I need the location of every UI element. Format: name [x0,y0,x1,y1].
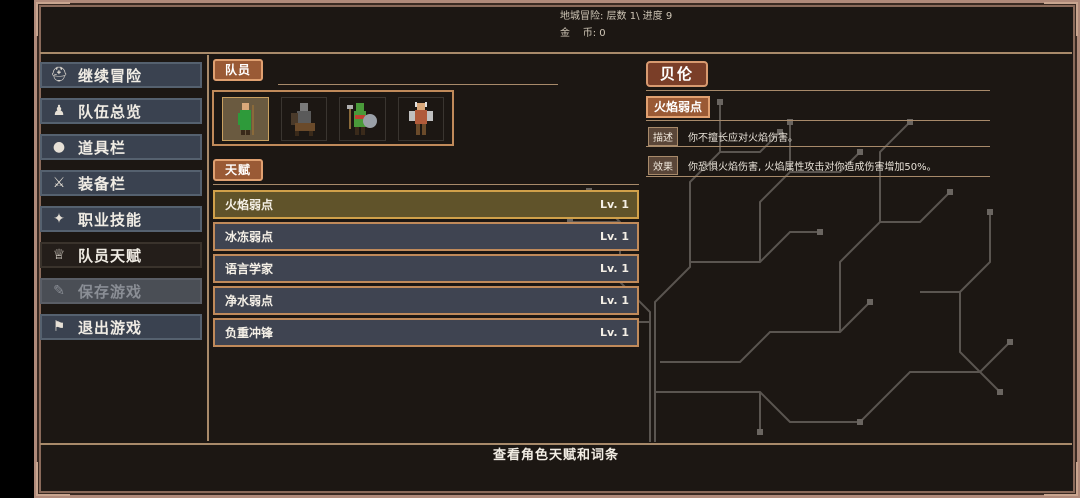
talent-level: Lv. 1 [600,230,629,243]
equipment-button[interactable]: ⚔ 装备栏 [40,170,202,196]
frame-corner [36,462,70,496]
class-skills-label: 职业技能 [78,210,143,229]
character-name-underline [646,90,990,91]
talent-title-underline [646,120,990,121]
party-tag: 队员 [213,59,264,81]
header-info: 地城冒险: 层数 1\ 进度 9 金 币: 0 [560,8,672,42]
footer-hint: 查看角色天赋和词条 [40,443,1072,467]
frame-corner [1044,462,1078,496]
sword-shield-icon: ⚔ [52,175,66,191]
talent-list: 火焰弱点 Lv. 1 冰冻弱点 Lv. 1 语言学家 Lv. 1 净水弱点 Lv… [213,190,639,350]
quit-game-label: 退出游戏 [78,318,143,337]
continue-adventure-button[interactable]: ⛑ 继续冒险 [40,62,202,88]
talents-tag-underline [213,184,639,185]
talent-row[interactable]: 语言学家 Lv. 1 [213,254,639,283]
class-skills-button[interactable]: ✦ 职业技能 [40,206,202,232]
party-tag-underline [278,84,558,85]
mage-character [238,103,255,135]
talent-level: Lv. 1 [600,294,629,307]
bag-icon: ● [52,139,66,155]
talent-row[interactable]: 火焰弱点 Lv. 1 [213,190,639,219]
talent-row[interactable]: 净水弱点 Lv. 1 [213,286,639,315]
effect-row: 效果 你恐惧火焰伤害, 火焰属性攻击对你造成伤害增加50%。 [648,156,937,175]
party-members [212,90,454,146]
location-progress: 地城冒险: 层数 1\ 进度 9 [560,11,673,22]
header-divider [40,52,1072,54]
talent-level: Lv. 1 [600,326,629,339]
description-text: 你不擅长应对火焰伤害。 [688,133,798,144]
gold-amount: 金 币: 0 [560,28,606,39]
flag-icon: ⚑ [52,319,66,335]
equipment-label: 装备栏 [78,174,127,193]
description-row: 描述 你不擅长应对火焰伤害。 [648,127,798,146]
quit-game-button[interactable]: ⚑ 退出游戏 [40,314,202,340]
effect-underline [646,176,990,177]
talents-tag: 天赋 [213,159,264,181]
warrior-character [408,102,433,135]
party-member-orc[interactable] [339,97,386,141]
party-member-knight[interactable] [280,97,327,141]
inventory-label: 道具栏 [78,138,127,157]
character-name: 贝伦 [646,61,708,87]
talent-level: Lv. 1 [600,198,629,211]
party-overview-label: 队伍总览 [78,102,143,121]
party-member-warrior[interactable] [397,97,444,141]
talent-name: 语言学家 [225,262,274,276]
helmet-icon: ⛑ [50,67,68,83]
talent-name: 冰冻弱点 [225,230,274,244]
party-icon: ♟ [52,103,66,119]
talent-row[interactable]: 负重冲锋 Lv. 1 [213,318,639,347]
talent-name: 火焰弱点 [225,198,274,212]
description-underline [646,146,990,147]
laurel-icon: ♕ [52,247,66,263]
sidebar-divider [207,55,209,441]
continue-adventure-label: 继续冒险 [78,66,143,85]
selected-talent-title: 火焰弱点 [646,96,711,118]
talent-row[interactable]: 冰冻弱点 Lv. 1 [213,222,639,251]
sidebar-menu: ⛑ 继续冒险 ♟ 队伍总览 ● 道具栏 ⚔ 装备栏 ✦ 职业技能 ♕ 队员天赋 … [40,62,202,350]
party-member-mage[interactable] [222,97,269,141]
save-game-button[interactable]: ✎ 保存游戏 [40,278,202,304]
party-overview-button[interactable]: ♟ 队伍总览 [40,98,202,124]
effect-label: 效果 [648,156,678,175]
talent-name: 净水弱点 [225,294,274,308]
talent-level: Lv. 1 [600,262,629,275]
effect-text: 你恐惧火焰伤害, 火焰属性攻击对你造成伤害增加50%。 [688,162,937,173]
save-game-label: 保存游戏 [78,282,143,301]
talent-name: 负重冲锋 [225,326,274,340]
member-talents-label: 队员天赋 [78,246,143,265]
member-talents-button[interactable]: ♕ 队员天赋 [40,242,202,268]
frame-corner [1044,2,1078,36]
description-label: 描述 [648,127,678,146]
scroll-icon: ✎ [53,283,65,299]
inventory-button[interactable]: ● 道具栏 [40,134,202,160]
frame-corner [36,2,70,36]
wings-icon: ✦ [53,211,65,227]
knight-character [290,103,315,136]
orc-character [347,103,378,135]
